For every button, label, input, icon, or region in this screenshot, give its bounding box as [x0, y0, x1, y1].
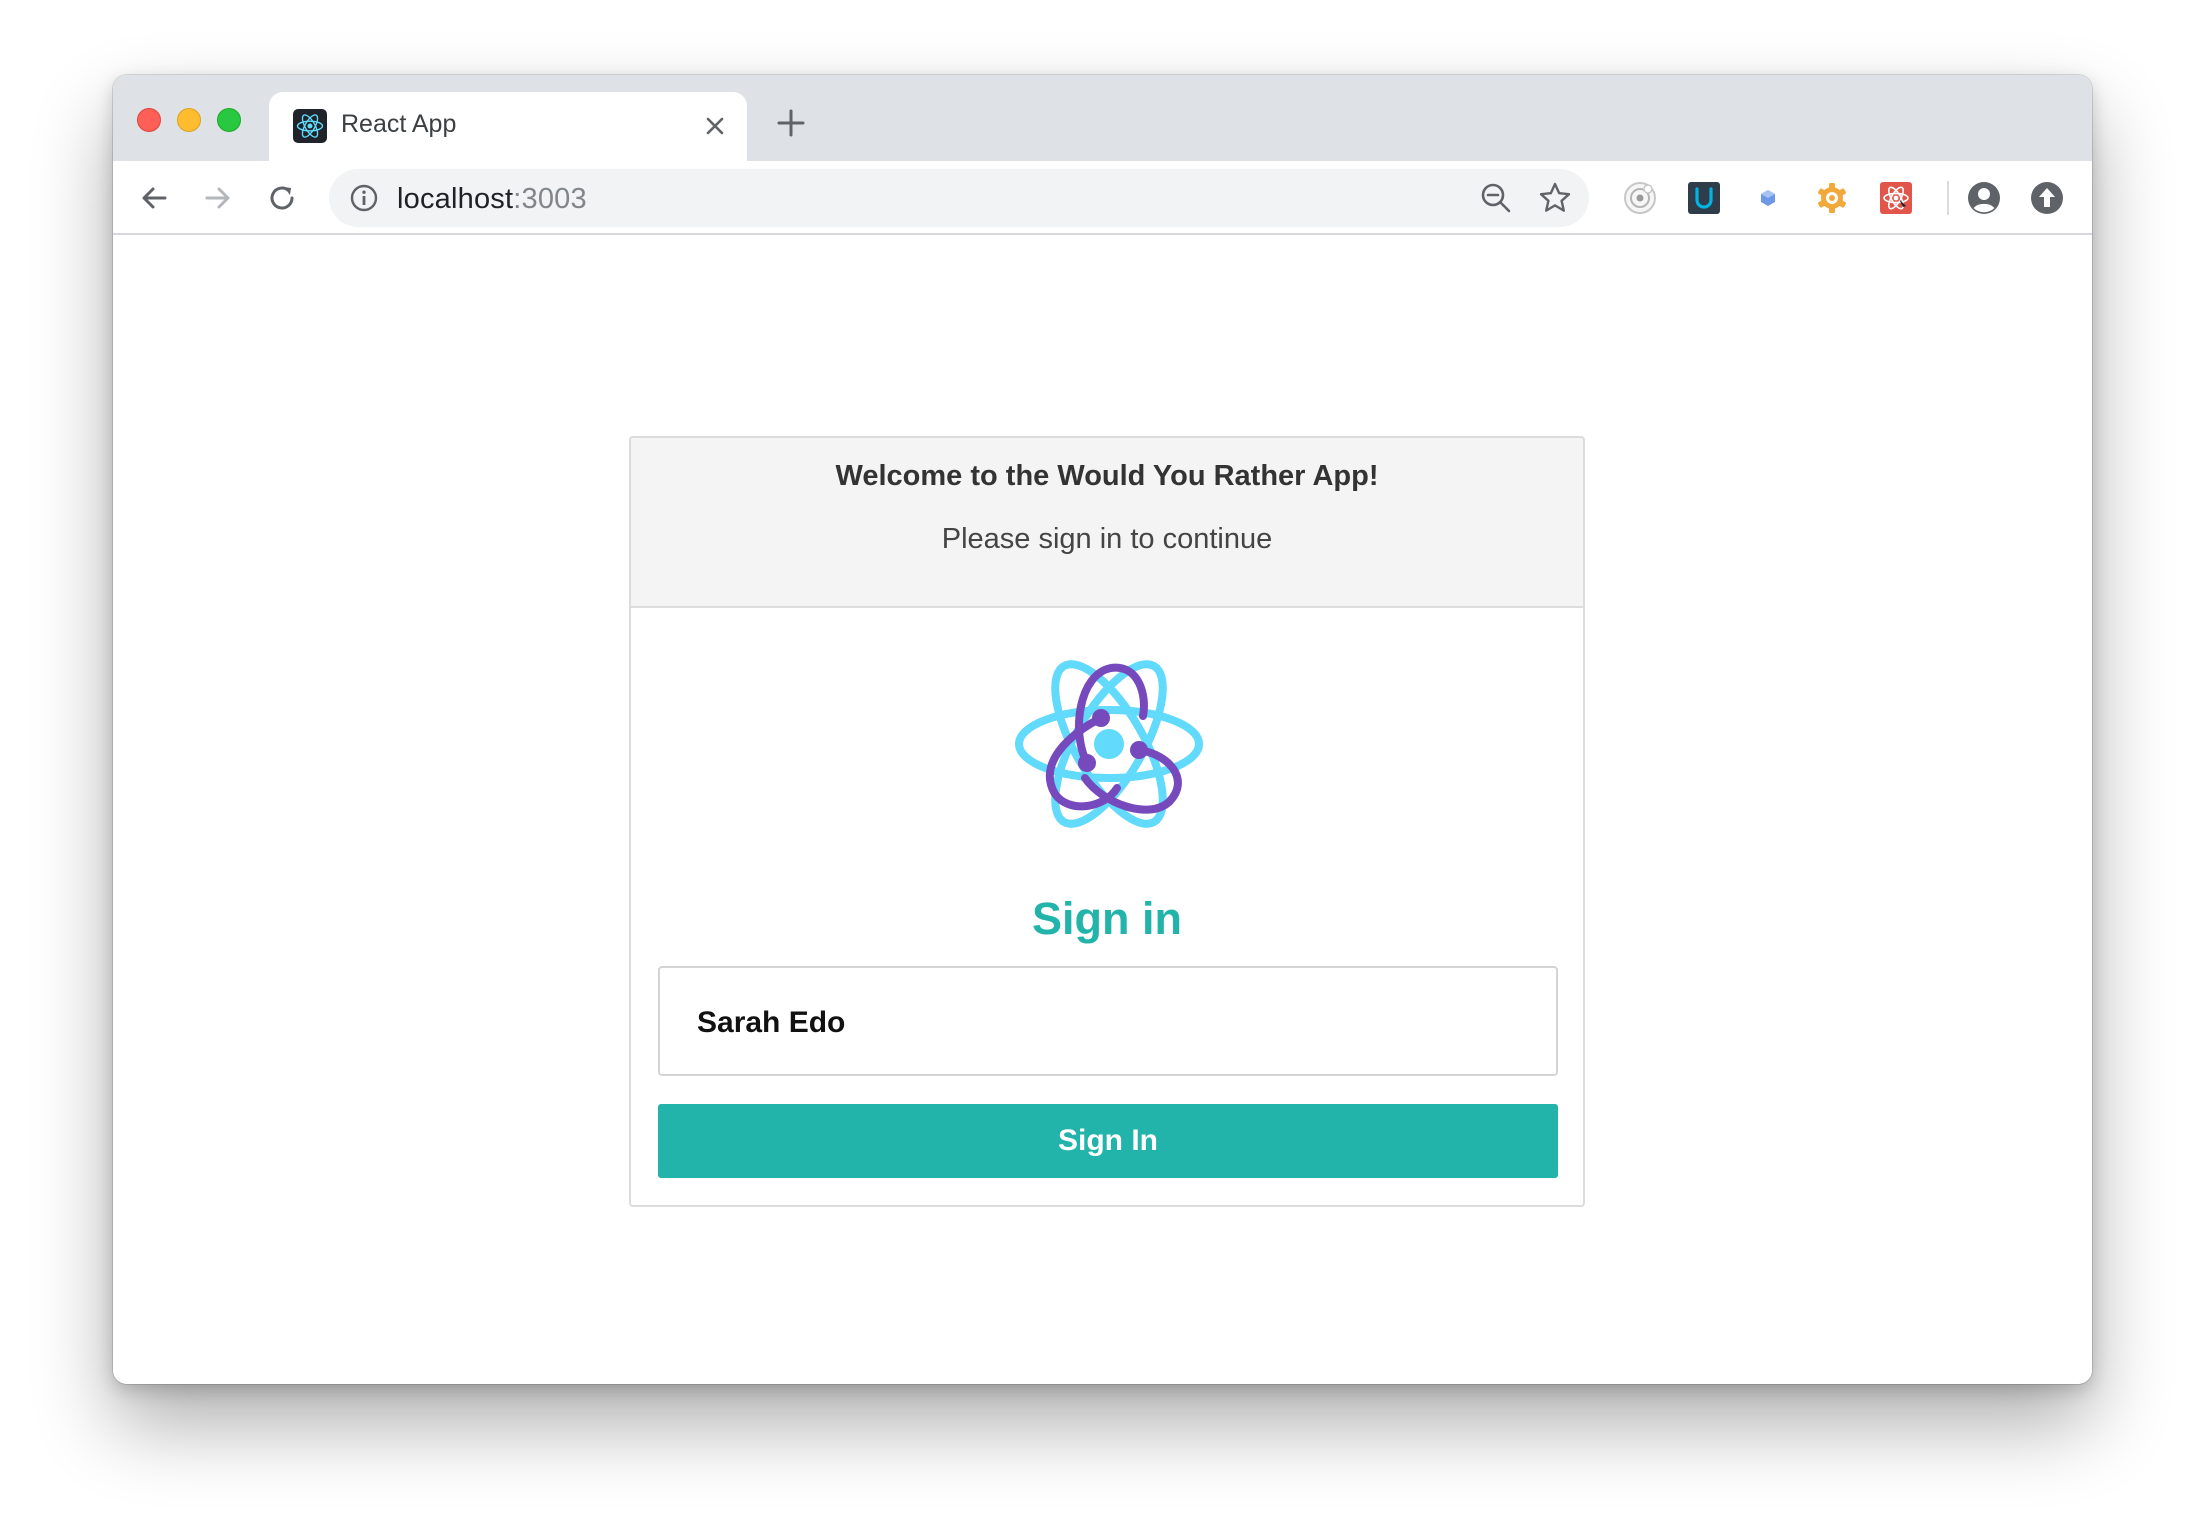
zoom-out-icon[interactable]: [1479, 181, 1513, 215]
toolbar-separator: [1947, 181, 1949, 215]
reload-icon[interactable]: [263, 179, 301, 217]
tab-title: React App: [341, 110, 457, 138]
react-redux-logo-icon: [1015, 660, 1203, 828]
browser-window: React App localhost:3003 Welcome to the …: [113, 75, 2092, 1384]
browser-toolbar: localhost:3003: [113, 161, 2092, 235]
info-icon[interactable]: [349, 183, 379, 213]
tab-strip: React App: [113, 75, 2092, 161]
tab-close-icon[interactable]: [699, 110, 731, 142]
window-maximize-button[interactable]: [217, 108, 241, 132]
u-badge-icon[interactable]: [1686, 180, 1722, 216]
signin-subtitle: Please sign in to continue: [941, 523, 1273, 555]
user-select[interactable]: Sarah Edo: [658, 966, 1558, 1076]
new-tab-plus-icon[interactable]: [773, 105, 809, 141]
screenshot-stage: React App localhost:3003 Welcome to the …: [0, 0, 2204, 1534]
card-header: Welcome to the Would You Rather App! Ple…: [631, 438, 1583, 608]
address-bar[interactable]: localhost:3003: [329, 169, 1589, 227]
hexagon-icon[interactable]: [1750, 180, 1786, 216]
signin-card: Welcome to the Would You Rather App! Ple…: [629, 436, 1585, 1207]
bookmark-star-icon[interactable]: [1537, 180, 1573, 216]
forward-arrow-icon[interactable]: [199, 179, 237, 217]
signin-button[interactable]: Sign In: [658, 1104, 1558, 1178]
window-close-button[interactable]: [137, 108, 161, 132]
gear-badge-icon[interactable]: [1814, 180, 1850, 216]
page-content: Welcome to the Would You Rather App! Ple…: [113, 235, 2092, 1384]
selected-user-value: Sarah Edo: [697, 1006, 846, 1039]
url-text: localhost:3003: [397, 183, 587, 216]
welcome-title: Welcome to the Would You Rather App!: [835, 460, 1379, 492]
profile-avatar-icon[interactable]: [1966, 180, 2002, 216]
window-minimize-button[interactable]: [177, 108, 201, 132]
url-host: localhost: [397, 183, 514, 215]
update-arrow-icon[interactable]: [2029, 180, 2065, 216]
target-icon[interactable]: [1622, 180, 1658, 216]
url-port: :3003: [513, 183, 587, 215]
react-favicon-icon: [293, 109, 327, 143]
signin-heading: Sign in: [1032, 893, 1182, 944]
back-arrow-icon[interactable]: [135, 179, 173, 217]
react-devtools-icon[interactable]: [1878, 180, 1914, 216]
tab-react-app[interactable]: React App: [269, 92, 747, 161]
